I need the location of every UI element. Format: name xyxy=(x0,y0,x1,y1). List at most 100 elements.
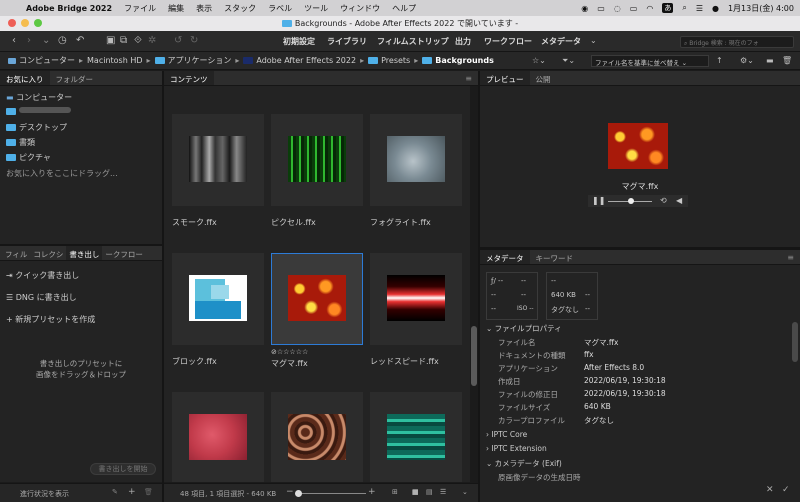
menu-help[interactable]: ヘルプ xyxy=(392,3,416,14)
thumbnail-size-slider[interactable] xyxy=(298,493,366,494)
menu-view[interactable]: 表示 xyxy=(196,3,212,14)
workspace-metadata[interactable]: メタデータ xyxy=(541,36,581,47)
workspace-workflow[interactable]: ワークフロー xyxy=(484,36,532,47)
minimize-window-button[interactable] xyxy=(21,19,29,27)
thumbnail-pink[interactable] xyxy=(172,392,264,482)
tab-content[interactable]: コンテンツ xyxy=(164,71,214,85)
thumbnail-block[interactable] xyxy=(172,253,264,345)
cancel-icon[interactable]: ✕ xyxy=(766,485,774,495)
tab-filter[interactable]: フィル xyxy=(0,246,30,260)
new-preset[interactable]: + 新規プリセットを作成 xyxy=(6,314,95,325)
tab-collections[interactable]: コレクシ xyxy=(30,246,66,260)
forward-icon[interactable]: › xyxy=(27,35,31,46)
thumbnail-brown[interactable] xyxy=(271,392,363,482)
thumbnail-label[interactable]: フォグライト.ffx xyxy=(370,217,431,228)
path-after-effects[interactable]: Adobe After Effects 2022 xyxy=(256,56,356,65)
thumbnail-teal[interactable] xyxy=(370,392,462,482)
panel-divider[interactable] xyxy=(0,244,162,246)
zoom-out-icon[interactable]: − xyxy=(286,487,294,497)
path-macintosh-hd[interactable]: Macintosh HD xyxy=(87,56,142,65)
clock[interactable]: 1月13日(金) 4:00 xyxy=(728,3,794,14)
pause-icon[interactable]: ❚❚ xyxy=(592,196,605,205)
path-computer[interactable]: コンピューター xyxy=(19,55,75,66)
menu-stack[interactable]: スタック xyxy=(224,3,256,14)
panel-divider[interactable] xyxy=(162,71,164,502)
thumbnail-label[interactable]: マグマ.ffx xyxy=(271,358,308,369)
trash-icon[interactable]: 🗑 xyxy=(144,488,153,496)
workspace-library[interactable]: ライブラリ xyxy=(327,36,367,47)
rotate-left-icon[interactable]: ↺ xyxy=(174,35,182,46)
thumbnail-label[interactable]: ブロック.ffx xyxy=(172,356,217,367)
camera-import-icon[interactable]: ▣ xyxy=(106,35,115,46)
menu-tools[interactable]: ツール xyxy=(304,3,328,14)
return-icon[interactable]: ↶ xyxy=(76,35,84,46)
settings-icon[interactable]: ✲ xyxy=(148,35,156,46)
add-icon[interactable]: + xyxy=(128,487,136,497)
line-icon[interactable]: ◌ xyxy=(614,4,621,13)
panel-menu-icon[interactable]: ≡ xyxy=(787,253,794,262)
path-applications[interactable]: アプリケーション xyxy=(168,55,232,66)
metadata-scrollbar[interactable] xyxy=(792,322,798,362)
path-presets[interactable]: Presets xyxy=(381,56,410,65)
recent-icon[interactable]: ◷ xyxy=(58,35,67,46)
thumbnail-redspeed[interactable] xyxy=(370,253,462,345)
favorite-documents[interactable]: 書類 xyxy=(6,137,35,148)
panel-menu-icon[interactable]: ≡ xyxy=(465,74,472,83)
thumbnail-label[interactable]: ピクセル.ffx xyxy=(271,217,316,228)
wifi-icon[interactable]: ◠ xyxy=(646,4,653,13)
dng-export[interactable]: ☰ DNG に書き出し xyxy=(6,292,77,303)
list-view-icon[interactable]: ☰ xyxy=(440,488,446,496)
view-options-icon[interactable]: ⌄ xyxy=(462,488,468,496)
spotlight-icon[interactable]: ⌕ xyxy=(682,3,686,13)
section-exif[interactable]: ⌄ カメラデータ (Exif) xyxy=(486,458,562,469)
tab-keywords[interactable]: キーワード xyxy=(530,250,580,264)
start-export-button[interactable]: 書き出しを開始 xyxy=(90,463,156,475)
zoom-in-icon[interactable]: + xyxy=(368,487,376,497)
detail-view-icon[interactable]: ▤ xyxy=(426,488,433,496)
tab-metadata[interactable]: メタデータ xyxy=(480,250,530,264)
workspace-more-icon[interactable]: ⌄ xyxy=(590,36,597,45)
refine-icon[interactable]: ⧉ xyxy=(120,35,127,46)
panel-divider[interactable] xyxy=(478,71,480,502)
tab-workflow[interactable]: ークフロー xyxy=(102,246,146,260)
sort-select[interactable]: ファイル名を基準に並べ替え ⌄ xyxy=(591,55,709,67)
thumbnail-pixel[interactable] xyxy=(271,114,363,206)
star-filter-icon[interactable]: ☆⌄ xyxy=(532,56,546,65)
grid-lock-icon[interactable]: ⊞ xyxy=(392,488,398,496)
favorite-pictures[interactable]: ピクチャ xyxy=(6,152,51,163)
tab-favorites[interactable]: お気に入り xyxy=(0,71,50,85)
apply-icon[interactable]: ✓ xyxy=(782,485,790,495)
tab-folders[interactable]: フォルダー xyxy=(50,71,100,85)
battery-icon[interactable]: ▭ xyxy=(630,4,638,13)
tab-preview[interactable]: プレビュー xyxy=(480,71,530,85)
tab-publish[interactable]: 公開 xyxy=(530,71,557,85)
quick-export[interactable]: ⇥ クイック書き出し xyxy=(6,270,79,281)
edit-icon[interactable]: ✎ xyxy=(112,488,118,496)
thumbnail-view-icon[interactable]: ▦ xyxy=(412,488,419,496)
thumbnail-label[interactable]: スモーク.ffx xyxy=(172,217,217,228)
section-iptc-extension[interactable]: › IPTC Extension xyxy=(486,444,547,453)
workspace-filmstrip[interactable]: フィルムストリップ xyxy=(377,36,449,47)
menu-edit[interactable]: 編集 xyxy=(168,3,184,14)
content-scrollbar[interactable] xyxy=(470,86,478,482)
loop-icon[interactable]: ⟲ xyxy=(660,196,667,205)
display-icon[interactable]: ▭ xyxy=(597,4,605,13)
playback-handle[interactable] xyxy=(628,198,634,204)
thumbnail-magma[interactable] xyxy=(271,253,363,345)
rotate-right-icon[interactable]: ↻ xyxy=(190,35,198,46)
new-folder-icon[interactable]: ▬ xyxy=(766,56,774,65)
zoom-window-button[interactable] xyxy=(34,19,42,27)
record-icon[interactable]: ◉ xyxy=(581,4,588,13)
input-method-icon[interactable]: あ xyxy=(662,3,674,13)
meta-value[interactable]: マグマ.ffx xyxy=(584,337,619,348)
siri-icon[interactable]: ● xyxy=(712,4,719,13)
scrollbar-thumb[interactable] xyxy=(471,326,477,386)
workspace-default[interactable]: 初期設定 xyxy=(283,36,315,47)
slider-handle[interactable] xyxy=(295,490,302,497)
open-in-camera-raw-icon[interactable]: ⟐ xyxy=(134,35,142,46)
filter-icon[interactable]: ⏷⌄ xyxy=(562,56,575,66)
back-icon[interactable]: ‹ xyxy=(12,35,16,46)
path-current[interactable]: Backgrounds xyxy=(435,56,494,65)
sort-direction-icon[interactable]: ↑ xyxy=(716,56,723,65)
search-input[interactable]: ⌕ Bridge 検索 : 現在のフォ xyxy=(680,36,794,48)
